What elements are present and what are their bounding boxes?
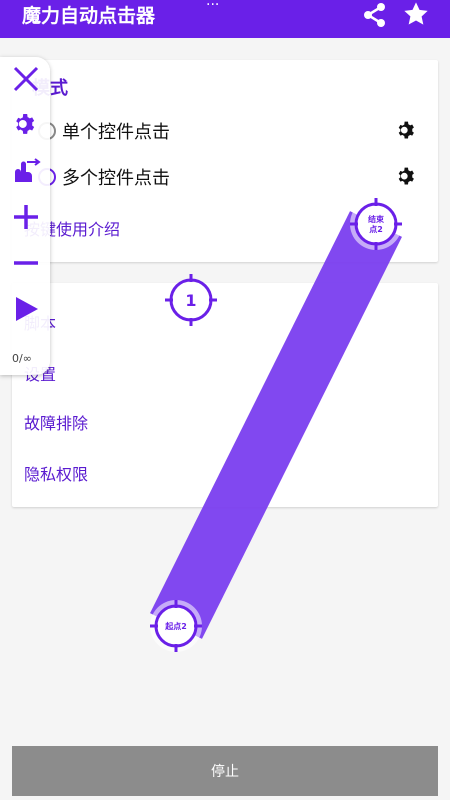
click-target-1[interactable]: 1 <box>163 272 219 328</box>
remove-point-button[interactable] <box>10 247 42 279</box>
swipe-end-target[interactable]: 结束 点2 <box>346 196 406 252</box>
play-button[interactable] <box>10 293 42 325</box>
play-icon <box>16 297 38 321</box>
close-icon <box>13 66 39 92</box>
add-point-button[interactable] <box>10 201 42 233</box>
loop-count: 0/∞ <box>12 352 32 365</box>
swipe-path-overlay <box>150 211 402 639</box>
plus-icon <box>14 205 38 229</box>
gear-icon <box>16 113 35 134</box>
stop-button[interactable]: 停止 <box>12 746 438 796</box>
swipe-end-label: 结束 <box>368 214 385 224</box>
floating-control-bar: 0/∞ <box>0 57 50 375</box>
settings-button[interactable] <box>10 109 42 141</box>
swipe-start-target[interactable]: 起点2 <box>146 598 206 654</box>
swipe-hand-icon <box>15 158 41 182</box>
add-swipe-button[interactable] <box>10 155 42 187</box>
swipe-start-label: 起点2 <box>164 621 187 631</box>
minus-icon <box>14 261 38 265</box>
click-target-number: 1 <box>185 291 196 310</box>
swipe-end-label: 点2 <box>369 224 383 234</box>
close-button[interactable] <box>10 63 42 95</box>
